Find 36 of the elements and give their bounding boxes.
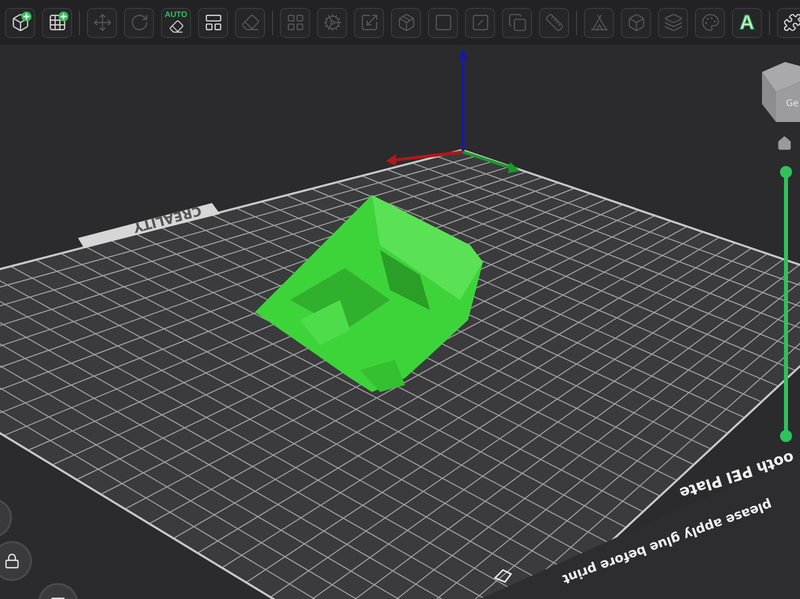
layout-icon <box>204 13 222 32</box>
grid-icon <box>48 13 66 32</box>
move-icon <box>92 13 112 32</box>
view-cube-label: Ge <box>786 99 799 109</box>
slider-thumb[interactable] <box>780 430 792 442</box>
plus-badge-icon <box>58 10 69 22</box>
eraser-icon <box>168 19 184 34</box>
plus-badge-icon <box>21 10 32 22</box>
side-tool-button[interactable] <box>0 541 32 581</box>
view-cube[interactable] <box>762 62 800 122</box>
toolbar-button[interactable] <box>777 8 800 38</box>
grid-icon <box>286 13 304 32</box>
home-icon[interactable] <box>777 136 792 151</box>
puzzle-icon <box>782 13 800 32</box>
layers-icon <box>664 13 682 32</box>
gear-icon <box>322 13 342 32</box>
toolbar-button[interactable] <box>42 8 72 38</box>
square-icon <box>434 13 452 32</box>
box-icon <box>626 13 646 32</box>
palette-icon <box>700 13 720 32</box>
ruler-icon <box>544 13 564 32</box>
lock-icon <box>4 553 20 569</box>
copy-icon <box>508 13 526 32</box>
marker-icon <box>494 569 512 583</box>
scale-icon <box>360 13 378 32</box>
tent-icon <box>590 13 608 32</box>
slider-thumb[interactable] <box>780 166 792 178</box>
rotate-icon <box>130 13 148 32</box>
toolbar-button[interactable] <box>198 8 228 38</box>
package-icon <box>396 13 416 32</box>
toolbar-button[interactable] <box>5 8 35 38</box>
toolbar-button[interactable]: AUTO <box>161 8 191 38</box>
slashed-square-icon <box>470 13 490 32</box>
toolbar-button[interactable]: A <box>732 8 762 38</box>
box-icon <box>10 13 30 32</box>
eraser-icon <box>240 13 260 32</box>
